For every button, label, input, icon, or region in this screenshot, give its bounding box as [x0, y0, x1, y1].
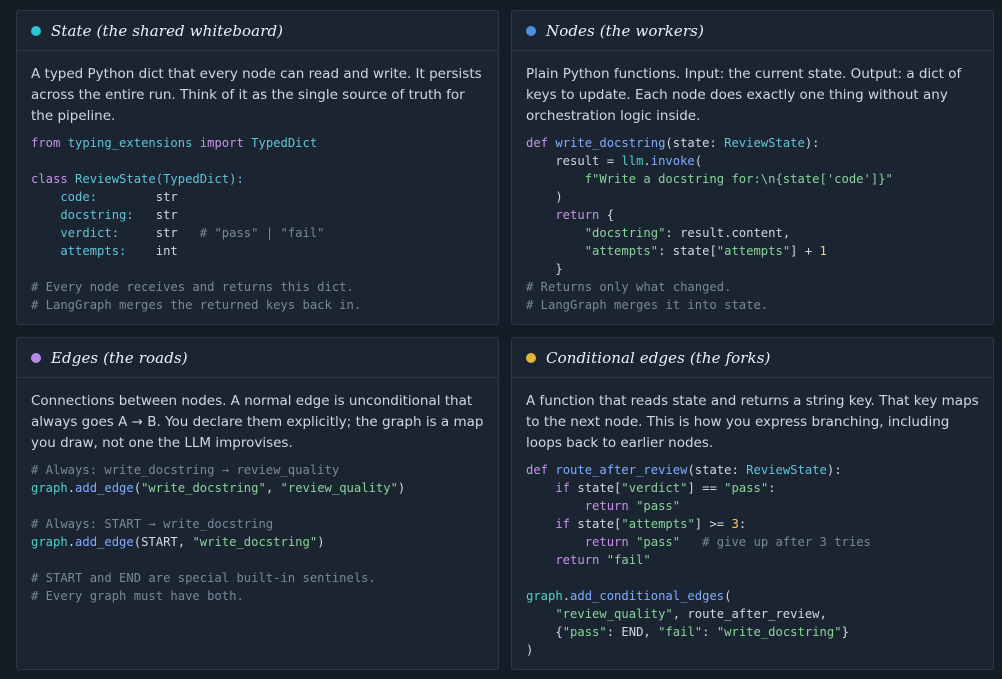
edges-card: Edges (the roads) Connections between no…	[16, 337, 499, 670]
state-code-block: from typing_extensions import TypedDict …	[31, 136, 362, 312]
state-card-description: A typed Python dict that every node can …	[31, 66, 482, 124]
nodes-card: Nodes (the workers) Plain Python functio…	[511, 10, 994, 325]
nodes-dot-icon	[526, 25, 536, 36]
state-dot-icon	[31, 25, 41, 36]
conditional-card-title: Conditional edges (the forks)	[546, 348, 771, 367]
conditional-card: Conditional edges (the forks) A function…	[511, 337, 994, 670]
edges-card-description: Connections between nodes. A normal edge…	[31, 393, 484, 451]
state-card: State (the shared whiteboard) A typed Py…	[16, 10, 499, 325]
nodes-code-block: def write_docstring(state: ReviewState):…	[526, 136, 893, 312]
edges-dot-icon	[31, 352, 41, 363]
edges-card-title: Edges (the roads)	[51, 348, 188, 367]
conditional-card-header: Conditional edges (the forks)	[512, 338, 993, 378]
edges-code-block: # Always: write_docstring → review_quali…	[31, 463, 406, 603]
conditional-dot-icon	[526, 352, 536, 363]
nodes-card-header: Nodes (the workers)	[512, 11, 993, 51]
edges-card-header: Edges (the roads)	[17, 338, 498, 378]
nodes-card-description: Plain Python functions. Input: the curre…	[526, 66, 962, 124]
conditional-card-description: A function that reads state and returns …	[526, 393, 979, 451]
nodes-card-title: Nodes (the workers)	[546, 21, 704, 40]
conditional-code-block: def route_after_review(state: ReviewStat…	[526, 463, 871, 657]
state-card-header: State (the shared whiteboard)	[17, 11, 498, 51]
state-card-title: State (the shared whiteboard)	[51, 21, 284, 40]
